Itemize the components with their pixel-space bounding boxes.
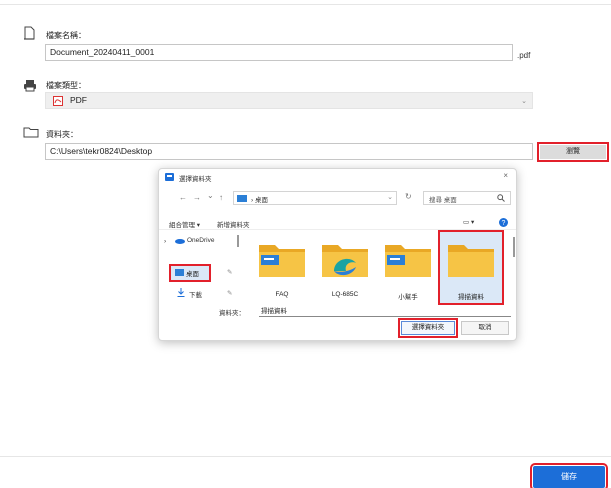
forward-button[interactable]: →	[193, 193, 201, 202]
folder-icon	[259, 245, 305, 277]
cancel-button[interactable]: 取消	[461, 321, 509, 335]
nav-item-onedrive[interactable]: OneDrive	[187, 237, 214, 244]
expand-chevron-icon[interactable]: ›	[164, 238, 166, 245]
content-scrollbar[interactable]	[513, 237, 515, 257]
search-input[interactable]: 搜尋 桌面	[423, 191, 511, 205]
folder-label: 資料夾：	[46, 130, 78, 139]
up-button[interactable]: ↑	[219, 193, 223, 202]
search-icon	[497, 194, 505, 202]
download-icon	[177, 288, 185, 297]
printer-icon	[24, 80, 36, 92]
view-options-button[interactable]: ▭ ▾	[463, 218, 474, 226]
folder-outline-icon	[23, 127, 39, 138]
folder-icon	[385, 245, 431, 277]
pin-icon: ✎	[227, 269, 233, 276]
address-bar[interactable]: › 桌面 ⌄	[233, 191, 397, 205]
folder-item-selected[interactable]: 掃描資料	[446, 241, 496, 303]
folder-item[interactable]: FAQ	[257, 241, 307, 303]
top-divider	[0, 4, 611, 5]
nav-scrollbar[interactable]	[237, 235, 239, 247]
filetype-value: PDF	[70, 95, 87, 105]
toolbar-divider	[159, 229, 516, 230]
folder-label: 小幫手	[398, 294, 418, 301]
folder-item[interactable]: LQ-685C	[320, 241, 370, 303]
folder-field-label: 資料夾：	[219, 310, 245, 317]
filename-extension: .pdf	[517, 51, 531, 60]
folder-item[interactable]: 小幫手	[383, 241, 433, 303]
chevron-down-icon: ⌄	[387, 194, 393, 201]
select-folder-dialog: 選擇資料夾 × ← → ⌄ ↑ › 桌面 ⌄ ↻ 搜尋 桌面 組合管理 ▾ 新增…	[158, 168, 517, 341]
refresh-icon[interactable]: ↻	[405, 192, 412, 201]
browse-button[interactable]: 瀏覽	[537, 142, 609, 162]
filename-input[interactable]: Document_20240411_0001	[45, 44, 513, 61]
filetype-select[interactable]: PDF ⌄	[45, 92, 533, 109]
desktop-folder-icon	[237, 195, 247, 202]
nav-desktop-label: 桌面	[186, 271, 199, 278]
pdf-icon	[53, 96, 63, 106]
nav-item-downloads[interactable]: 下載	[189, 289, 202, 299]
organize-menu[interactable]: 組合管理 ▾	[169, 219, 200, 229]
document-icon	[24, 26, 35, 40]
bottom-divider	[0, 456, 611, 457]
folder-label: 掃描資料	[458, 294, 484, 301]
dialog-title: 選擇資料夾	[179, 176, 212, 183]
help-icon[interactable]: ?	[499, 218, 508, 227]
onedrive-cloud-icon	[175, 239, 185, 244]
folder-label: LQ-685C	[331, 291, 359, 298]
nav-item-desktop[interactable]: 桌面	[169, 264, 211, 282]
dialog-app-icon	[165, 173, 174, 181]
new-folder-button[interactable]: 新增資料夾	[217, 219, 250, 229]
svg-text:?: ?	[502, 220, 506, 227]
folder-label: FAQ	[275, 291, 289, 298]
chevron-down-icon: ⌄	[521, 98, 527, 105]
filetype-label: 檔案類型：	[46, 81, 86, 90]
desktop-folder-icon	[175, 269, 184, 276]
folder-edge-icon	[322, 245, 368, 277]
save-button[interactable]: 儲存	[530, 463, 608, 488]
close-icon[interactable]: ×	[503, 171, 508, 180]
address-text: › 桌面	[251, 197, 268, 204]
folder-name-input[interactable]: 掃描資料	[259, 306, 511, 317]
select-folder-button[interactable]: 選擇資料夾	[398, 318, 458, 338]
back-button[interactable]: ←	[179, 193, 187, 202]
folder-path-input[interactable]: C:\Users\tekr0824\Desktop	[45, 143, 533, 160]
recent-dropdown-button[interactable]: ⌄	[207, 191, 214, 200]
folder-icon	[448, 245, 494, 277]
pin-icon: ✎	[227, 290, 233, 297]
filename-label: 檔案名稱：	[46, 31, 86, 40]
search-placeholder: 搜尋 桌面	[429, 197, 457, 204]
